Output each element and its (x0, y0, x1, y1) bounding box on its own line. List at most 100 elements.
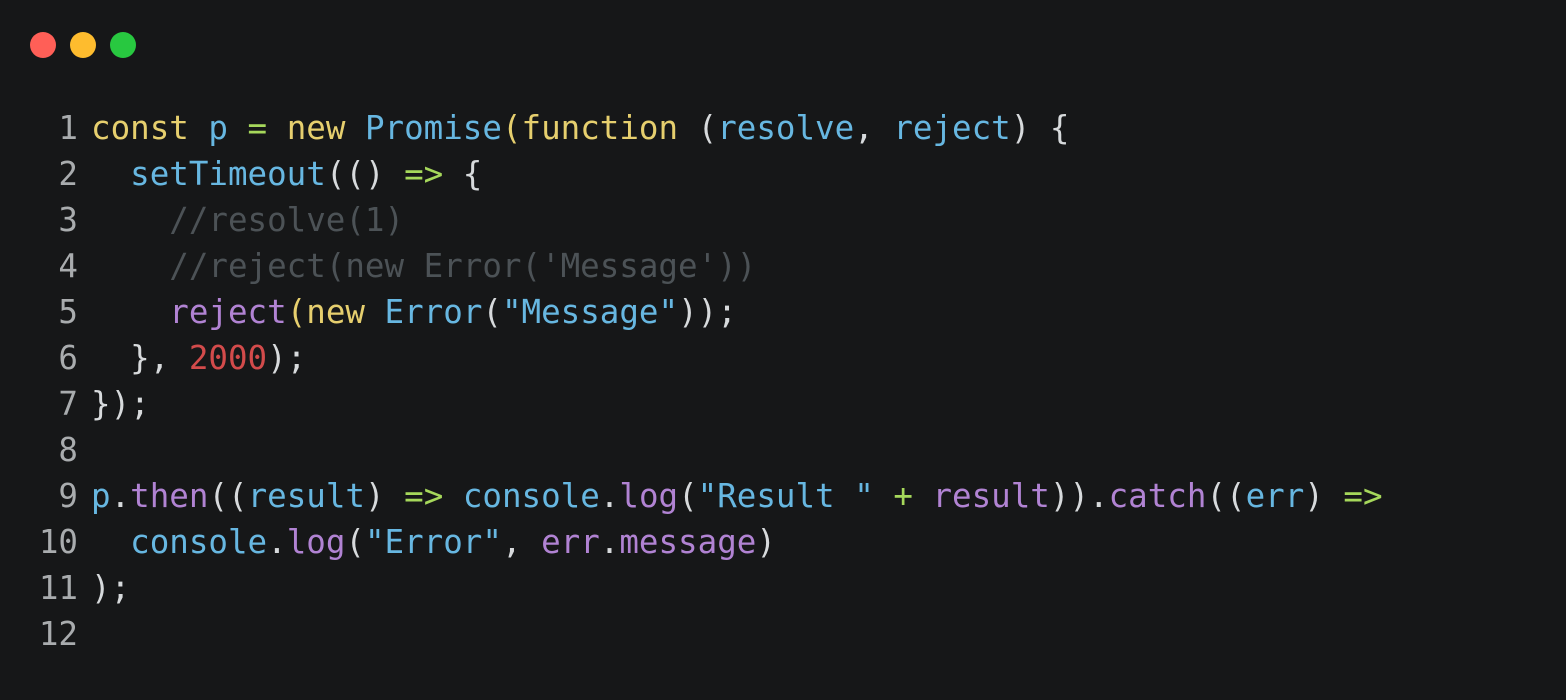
code-token-plain: ) (1304, 477, 1344, 515)
line-text: //resolve(1) (91, 197, 404, 243)
code-token-plain: , (854, 109, 894, 147)
code-token-plain: ( (345, 523, 365, 561)
code-token-plain: (( (208, 477, 248, 515)
line-number: 2 (58, 155, 78, 193)
maximize-dot-icon[interactable] (110, 32, 136, 58)
code-token-identifier: console (462, 477, 600, 515)
code-token-keyword: new (286, 109, 365, 147)
code-token-plain: , (501, 523, 542, 561)
code-token-method: result (932, 477, 1050, 515)
code-token-string: "Error" (364, 523, 502, 561)
line-text: console.log("Error", err.message) (91, 519, 776, 565)
line-text: }); (91, 381, 150, 427)
code-token-plain: (() (325, 155, 405, 193)
code-line: 3 //resolve(1) (0, 197, 1383, 243)
code-token-method: catch (1108, 477, 1207, 515)
code-token-method: err (541, 523, 600, 561)
code-token-param: reject (893, 109, 1011, 147)
code-token-string: "Result " (697, 477, 894, 515)
code-token-plain: (( (1206, 477, 1246, 515)
code-token-method: then (130, 477, 209, 515)
code-token-method: message (619, 523, 757, 561)
code-token-identifier: p (208, 109, 248, 147)
line-number: 4 (58, 247, 78, 285)
code-line: 2 setTimeout(() => { (0, 151, 1383, 197)
line-text: reject(new Error("Message")); (91, 289, 737, 335)
line-number: 1 (58, 109, 78, 147)
code-token-identifier: p (91, 477, 111, 515)
code-token-plain: ) (364, 477, 405, 515)
code-token-plain: )); (678, 293, 737, 331)
code-token-plain: ( (482, 293, 502, 331)
code-token-method: log (619, 477, 679, 515)
code-token-identifier: setTimeout (130, 155, 326, 193)
code-line: 10 console.log("Error", err.message) (0, 519, 1383, 565)
line-text: }, 2000); (91, 335, 306, 381)
code-token-operator: + (893, 477, 933, 515)
code-token-comment: //resolve(1) (91, 201, 405, 239)
line-number: 8 (58, 431, 78, 469)
code-token-number: 2000 (188, 339, 268, 377)
minimize-dot-icon[interactable] (70, 32, 96, 58)
code-token-operator: => (1343, 477, 1383, 515)
code-token-plain: . (599, 523, 620, 561)
code-line: 8 (0, 427, 1383, 473)
code-token-keyword: new (306, 293, 385, 331)
code-line: 4 //reject(new Error('Message')) (0, 243, 1383, 289)
code-token-plain: }, (91, 339, 189, 377)
code-token-param: resolve (717, 109, 855, 147)
code-token-plain: { (462, 155, 483, 193)
code-token-identifier: console (130, 523, 268, 561)
code-token-keyword: ( (286, 293, 307, 331)
code-line: 11); (0, 565, 1383, 611)
line-text: p.then((result) => console.log("Result "… (91, 473, 1383, 519)
close-dot-icon[interactable] (30, 32, 56, 58)
code-line: 9 p.then((result) => console.log("Result … (0, 473, 1383, 519)
line-number: 5 (58, 293, 78, 331)
code-token-plain: ( (678, 477, 698, 515)
line-text: ); (91, 565, 130, 611)
code-token-keyword: const (91, 109, 209, 147)
line-number: 3 (58, 201, 78, 239)
code-token-param: result (247, 477, 365, 515)
line-text: setTimeout(() => { (91, 151, 482, 197)
code-token-operator: => (404, 155, 463, 193)
code-token-plain: . (110, 477, 131, 515)
code-token-keyword: ( (501, 109, 522, 147)
line-number: 10 (38, 523, 78, 561)
line-number: 9 (58, 477, 78, 515)
code-line: 6 }, 2000); (0, 335, 1383, 381)
code-token-string: "Message" (501, 293, 679, 331)
code-token-identifier: Error (384, 293, 483, 331)
code-line: 5 reject(new Error("Message")); (0, 289, 1383, 335)
code-window: 1 const p = new Promise(function (resolve… (0, 0, 1566, 700)
line-number: 12 (38, 615, 78, 653)
code-token-identifier: Promise (364, 109, 502, 147)
line-text: const p = new Promise(function (resolve,… (91, 105, 1069, 151)
code-token-plain: )). (1049, 477, 1109, 515)
code-token-operator: => (404, 477, 463, 515)
code-line: 7}); (0, 381, 1383, 427)
code-token-keyword: function (521, 109, 698, 147)
code-token-plain: ) (756, 523, 776, 561)
line-text: //reject(new Error('Message')) (91, 243, 756, 289)
code-token-plain: ) { (1010, 109, 1070, 147)
code-token-operator: = (247, 109, 287, 147)
code-token-method: reject (169, 293, 287, 331)
code-token-param: err (1245, 477, 1305, 515)
code-line: 1 const p = new Promise(function (resolve… (0, 105, 1383, 151)
code-token-plain: . (599, 477, 620, 515)
code-token-plain: }); (91, 385, 150, 423)
line-number: 7 (58, 385, 78, 423)
code-token-plain: . (267, 523, 287, 561)
line-number: 11 (38, 569, 78, 607)
code-token-plain: ); (91, 569, 131, 607)
code-token-plain: ); (267, 339, 307, 377)
code-block[interactable]: 1 const p = new Promise(function (resolve… (0, 105, 1383, 657)
code-line: 12 (0, 611, 1383, 657)
code-token-comment: //reject(new Error('Message')) (91, 247, 757, 285)
code-token-plain: ( (697, 109, 718, 147)
